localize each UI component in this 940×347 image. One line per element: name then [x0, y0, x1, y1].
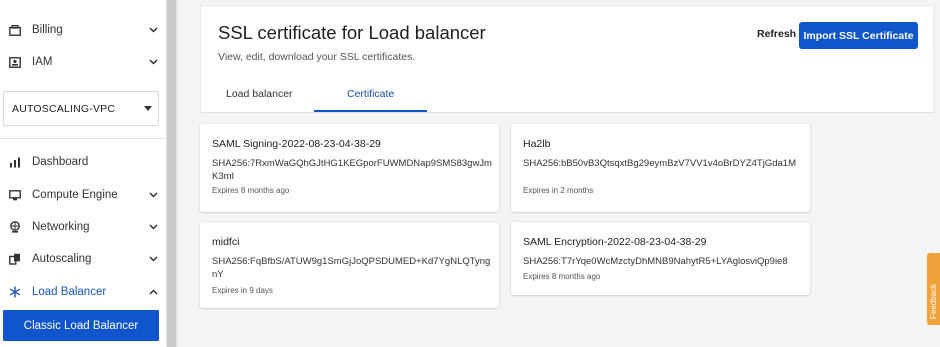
sidebar-item-compute-engine[interactable]: Compute Engine: [8, 183, 158, 207]
sidebar-subitem-classic-load-balancer[interactable]: Classic Load Balancer: [3, 310, 159, 341]
certificate-card[interactable]: midfci SHA256:FqBfbS/ATUW9g1SmGjJoQPSDUM…: [200, 222, 499, 308]
sidebar-item-networking[interactable]: Networking: [8, 215, 158, 239]
caret-down-icon: [144, 106, 152, 111]
globe-icon: [8, 220, 22, 234]
sidebar-item-label: Load Balancer: [32, 286, 107, 298]
certificate-expiry: Expires in 2 months: [523, 186, 594, 195]
sidebar-divider: [0, 138, 166, 139]
tab-certificate[interactable]: Certificate: [347, 88, 394, 100]
bar-chart-icon: [8, 155, 22, 169]
certificate-name: midfci: [212, 236, 240, 248]
certificate-card[interactable]: SAML Signing-2022-08-23-04-38-29 SHA256:…: [200, 124, 499, 212]
snowflake-icon: [8, 285, 22, 299]
sidebar-item-label: Autoscaling: [32, 253, 92, 265]
chevron-down-icon: [148, 25, 158, 36]
certificate-card[interactable]: Ha2lb SHA256:bB50vB3QtsqxtBg29eymBzV7VV1…: [511, 124, 810, 212]
autoscaling-icon: [8, 252, 22, 266]
sidebar-item-label: IAM: [32, 56, 53, 68]
sidebar-item-autoscaling[interactable]: Autoscaling: [8, 247, 158, 271]
sidebar-item-label: Networking: [32, 221, 90, 233]
certificate-fingerprint: SHA256:7RxmWaGQhGJtHG1KEGporFUWMDNap9SMS…: [212, 158, 492, 182]
sidebar: Billing IAM AUTOSCALING-VPC Dashboard Co…: [0, 0, 166, 347]
certificate-fingerprint: SHA256:bB50vB3QtsqxtBg29eymBzV7VV1v4oBrD…: [523, 158, 796, 169]
certificate-name: SAML Encryption-2022-08-23-04-38-29: [523, 236, 707, 248]
vpc-select-value: AUTOSCALING-VPC: [12, 102, 116, 115]
certificate-fingerprint: SHA256:T7rYqe0WcMzctyDhMNB9NahytR5+LYAgl…: [523, 256, 788, 267]
feedback-label: Feedback: [929, 283, 938, 319]
import-ssl-certificate-button[interactable]: Import SSL Certificate: [799, 22, 918, 49]
id-card-icon: [8, 55, 22, 69]
tabs-divider: [201, 112, 933, 113]
sidebar-item-dashboard[interactable]: Dashboard: [8, 150, 158, 174]
page-header: SSL certificate for Load balancer View, …: [200, 5, 934, 113]
refresh-button[interactable]: Refresh: [757, 28, 796, 40]
certificate-expiry: Expires in 9 days: [212, 286, 273, 295]
chevron-down-icon: [148, 254, 158, 265]
certificate-expiry: Expires 8 months ago: [523, 272, 601, 281]
chevron-down-icon: [148, 222, 158, 233]
tab-load-balancer[interactable]: Load balancer: [226, 88, 293, 100]
vpc-select[interactable]: AUTOSCALING-VPC: [3, 91, 159, 126]
certificate-name: Ha2lb: [523, 138, 551, 150]
sidebar-scrollbar-thumb[interactable]: [167, 0, 176, 347]
sidebar-item-label: Dashboard: [32, 156, 89, 168]
monitor-icon: [8, 188, 22, 202]
feedback-tab[interactable]: Feedback: [927, 253, 940, 325]
sidebar-item-label: Billing: [32, 24, 63, 36]
certificate-name: SAML Signing-2022-08-23-04-38-29: [212, 138, 381, 150]
certificate-card[interactable]: SAML Encryption-2022-08-23-04-38-29 SHA2…: [511, 222, 810, 295]
sidebar-item-load-balancer[interactable]: Load Balancer: [8, 280, 158, 304]
certificate-fingerprint: SHA256:FqBfbS/ATUW9g1SmGjJoQPSDUMED+Kd7Y…: [212, 256, 491, 280]
sidebar-item-label: Compute Engine: [32, 189, 118, 201]
page-subtitle: View, edit, download your SSL certificat…: [218, 51, 416, 63]
sidebar-item-billing[interactable]: Billing: [8, 18, 158, 42]
billing-icon: [8, 23, 22, 37]
active-tab-indicator: [314, 110, 427, 112]
chevron-down-icon: [148, 57, 158, 68]
page-title: SSL certificate for Load balancer: [218, 22, 486, 43]
chevron-down-icon: [148, 190, 158, 201]
chevron-up-icon: [148, 287, 158, 298]
sidebar-item-iam[interactable]: IAM: [8, 50, 158, 74]
certificate-expiry: Expires 8 months ago: [212, 186, 290, 195]
